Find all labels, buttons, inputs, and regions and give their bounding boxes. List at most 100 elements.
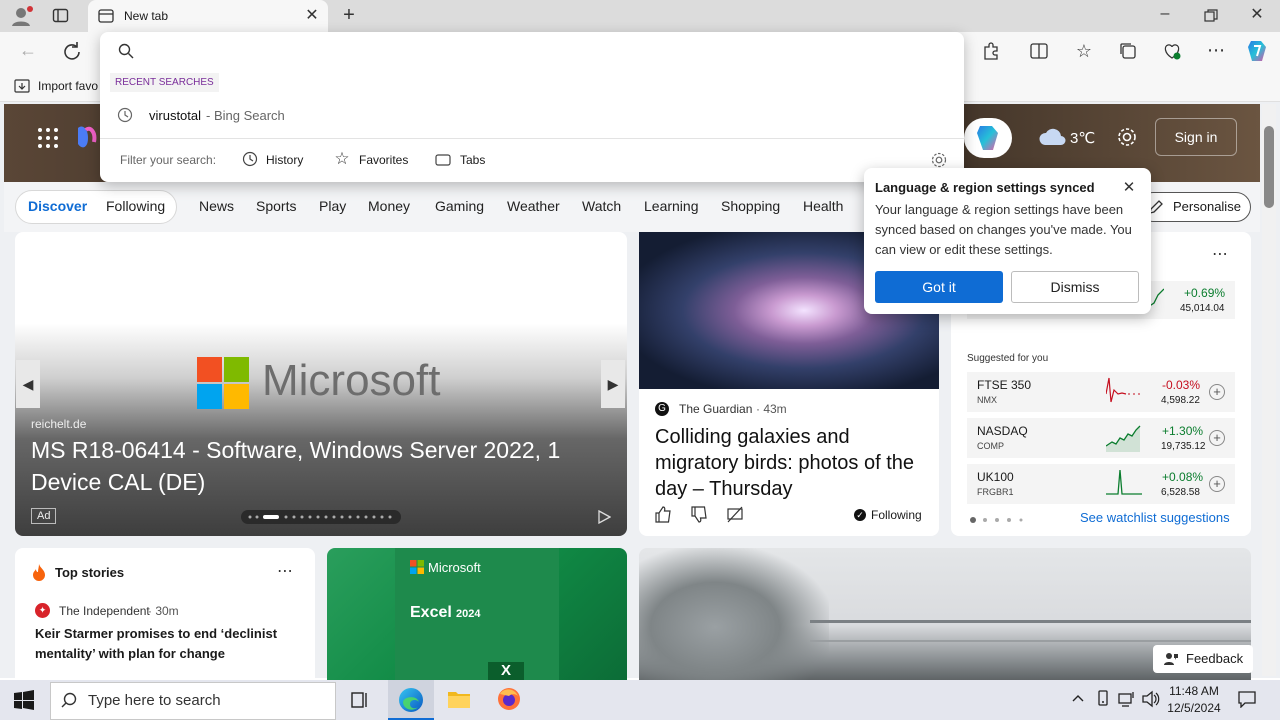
add-to-watchlist-button[interactable]: + bbox=[1209, 384, 1225, 400]
weather-temperature[interactable]: 3℃ bbox=[1070, 129, 1095, 147]
filter-tabs[interactable]: Tabs bbox=[460, 153, 485, 167]
copilot-button[interactable] bbox=[964, 118, 1012, 158]
filter-history[interactable]: History bbox=[266, 153, 303, 167]
add-to-watchlist-button[interactable]: + bbox=[1209, 476, 1225, 492]
clock-time[interactable]: 11:48 AM bbox=[1168, 684, 1220, 698]
more-menu-icon[interactable]: ⋯ bbox=[1206, 40, 1226, 60]
personalise-label: Personalise bbox=[1173, 199, 1241, 214]
top-story-title[interactable]: Keir Starmer promises to end ‘declinist … bbox=[35, 624, 305, 664]
taskbar-search-icon bbox=[61, 692, 77, 708]
filter-favorites[interactable]: Favorites bbox=[359, 153, 408, 167]
excel-ad-year: 2024 bbox=[456, 608, 481, 620]
favorites-filter-icon: ☆ bbox=[334, 149, 350, 168]
article-source[interactable]: The Guardian bbox=[679, 402, 752, 416]
add-to-watchlist-button[interactable]: + bbox=[1209, 430, 1225, 446]
carousel-source[interactable]: reichelt.de bbox=[31, 417, 86, 431]
notifications-icon[interactable] bbox=[1238, 690, 1256, 708]
close-window-button[interactable]: ✕ bbox=[1247, 5, 1267, 25]
nav-item-health[interactable]: Health bbox=[803, 198, 843, 214]
clock-date[interactable]: 12/5/2024 bbox=[1166, 701, 1222, 715]
address-input[interactable] bbox=[140, 38, 940, 64]
dismiss-button[interactable]: Dismiss bbox=[1011, 271, 1139, 303]
collections-icon[interactable] bbox=[1119, 42, 1137, 60]
like-icon[interactable] bbox=[654, 505, 672, 523]
close-tab-icon[interactable]: ✕ bbox=[302, 6, 322, 26]
tab-actions-icon[interactable] bbox=[52, 7, 70, 25]
page-settings-icon[interactable] bbox=[1116, 126, 1138, 148]
carousel-next-button[interactable]: ▶ bbox=[601, 360, 625, 408]
edge-icon bbox=[398, 687, 424, 713]
ad-badge: Ad bbox=[31, 508, 57, 524]
got-it-button[interactable]: Got it bbox=[875, 271, 1003, 303]
back-button[interactable]: ← bbox=[18, 40, 38, 60]
watchlist-more-icon[interactable]: ⋯ bbox=[1210, 245, 1230, 265]
network-icon[interactable] bbox=[1118, 690, 1136, 708]
extensions-icon[interactable] bbox=[982, 42, 1000, 60]
top-story-source[interactable]: The Independent bbox=[59, 604, 150, 618]
top-stories-more-icon[interactable]: ⋯ bbox=[275, 562, 295, 582]
toast-title: Language & region settings synced bbox=[875, 180, 1095, 195]
suggestion-code: COMP bbox=[977, 441, 1004, 451]
history-filter-icon bbox=[242, 151, 258, 167]
nav-item-watch[interactable]: Watch bbox=[582, 198, 621, 214]
sign-in-button[interactable]: Sign in bbox=[1155, 118, 1237, 156]
hide-story-icon[interactable] bbox=[726, 506, 744, 524]
favorites-icon[interactable]: ☆ bbox=[1074, 41, 1094, 61]
volume-icon[interactable] bbox=[1142, 690, 1160, 708]
filter-label: Filter your search: bbox=[120, 153, 217, 167]
suggestion-code: NMX bbox=[977, 395, 997, 405]
suggestion-name: UK100 bbox=[977, 470, 1014, 484]
search-icon bbox=[118, 43, 134, 59]
show-hidden-icons-icon[interactable] bbox=[1070, 690, 1086, 706]
dislike-icon[interactable] bbox=[690, 506, 708, 524]
browser-essentials-icon[interactable] bbox=[1162, 41, 1182, 61]
nav-item-weather[interactable]: Weather bbox=[507, 198, 560, 214]
following-label[interactable]: Following bbox=[871, 508, 922, 522]
top-stories-heading: Top stories bbox=[55, 565, 125, 580]
device-icon[interactable] bbox=[1094, 690, 1112, 708]
tab-discover[interactable]: Discover bbox=[28, 198, 87, 214]
refresh-button[interactable] bbox=[62, 41, 82, 61]
firefox-icon[interactable] bbox=[496, 686, 522, 712]
nav-item-news[interactable]: News bbox=[199, 198, 234, 214]
microsoft-small-logo-icon bbox=[410, 560, 424, 574]
suggestion-change: -0.03% bbox=[1162, 378, 1201, 392]
import-icon bbox=[14, 78, 30, 94]
profile-icon[interactable] bbox=[10, 5, 34, 27]
flame-icon bbox=[31, 563, 47, 581]
windows-start-icon[interactable] bbox=[14, 690, 34, 710]
carousel-pagination[interactable] bbox=[241, 510, 401, 524]
toast-close-icon[interactable]: ✕ bbox=[1119, 178, 1139, 198]
file-explorer-icon[interactable] bbox=[447, 688, 471, 710]
restore-button[interactable] bbox=[1204, 9, 1218, 23]
suggested-label: Suggested for you bbox=[967, 353, 1049, 364]
tab-following[interactable]: Following bbox=[106, 198, 165, 214]
excel-ad-brand: Microsoft bbox=[428, 560, 481, 575]
recent-searches-label: RECENT SEARCHES bbox=[110, 73, 219, 92]
minimize-button[interactable]: – bbox=[1156, 4, 1174, 24]
nav-item-money[interactable]: Money bbox=[368, 198, 410, 214]
scrollbar-thumb[interactable] bbox=[1264, 126, 1274, 208]
import-favorites-link[interactable]: Import favo bbox=[38, 79, 98, 93]
ad-choices-icon[interactable] bbox=[597, 510, 611, 524]
nav-item-learning[interactable]: Learning bbox=[644, 198, 699, 214]
article-title[interactable]: Colliding galaxies and migratory birds: … bbox=[655, 424, 925, 502]
suggestion-code: FRGBR1 bbox=[977, 487, 1014, 497]
copilot-icon[interactable] bbox=[1244, 38, 1270, 64]
apps-grid-icon[interactable] bbox=[36, 126, 60, 150]
watchlist-pagination[interactable] bbox=[968, 515, 1028, 525]
carousel-title[interactable]: MS R18-06414 - Software, Windows Server … bbox=[31, 434, 611, 498]
sparkline-nasdaq bbox=[1106, 422, 1142, 452]
nav-item-shopping[interactable]: Shopping bbox=[721, 198, 780, 214]
task-view-icon[interactable] bbox=[350, 690, 370, 710]
carousel-prev-button[interactable]: ◀ bbox=[16, 360, 40, 408]
nav-item-sports[interactable]: Sports bbox=[256, 198, 296, 214]
nav-item-play[interactable]: Play bbox=[319, 198, 346, 214]
see-watchlist-suggestions-link[interactable]: See watchlist suggestions bbox=[1080, 510, 1230, 525]
nav-item-gaming[interactable]: Gaming bbox=[435, 198, 484, 214]
tabs-filter-icon bbox=[435, 152, 451, 168]
search-settings-icon[interactable] bbox=[930, 151, 948, 169]
new-tab-button[interactable]: + bbox=[338, 5, 360, 25]
split-screen-icon[interactable] bbox=[1030, 42, 1048, 60]
suggestion-name: FTSE 350 bbox=[977, 378, 1032, 392]
